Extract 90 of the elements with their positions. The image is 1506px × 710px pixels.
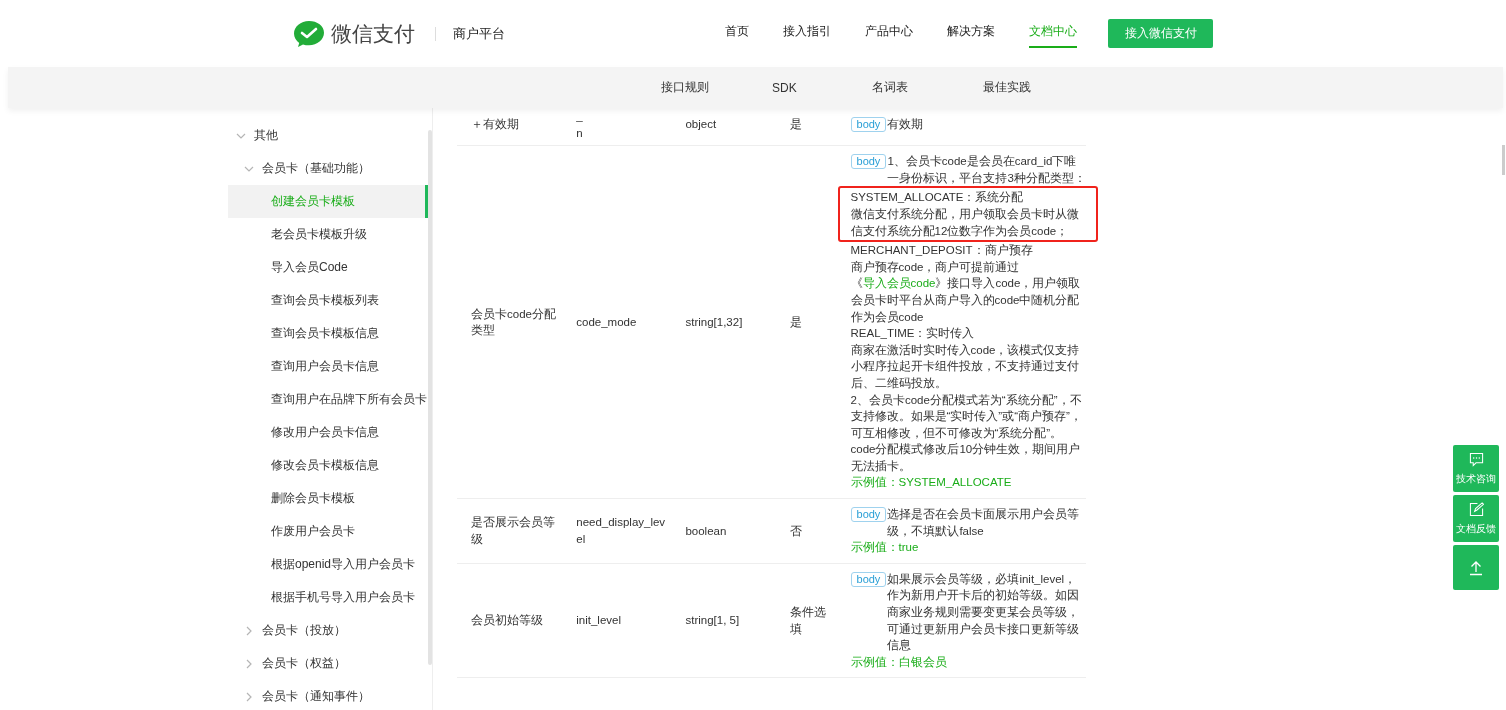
subnav-link[interactable]: 名词表 <box>872 79 983 96</box>
item-label: 老会员卡模板升级 <box>271 226 367 243</box>
item-label: 修改用户会员卡信息 <box>271 424 379 441</box>
item-label: 删除会员卡模板 <box>271 490 355 507</box>
description-text: SYSTEM_ALLOCATE：系统分配 <box>850 190 1025 206</box>
sidebar-item[interactable]: 会员卡（投放） <box>228 614 428 647</box>
subnav-link[interactable]: 最佳实践 <box>983 79 1094 96</box>
item-label: 修改会员卡模板信息 <box>271 457 379 474</box>
chevron-icon <box>244 691 254 702</box>
body-tag: body <box>850 154 887 170</box>
description-text: 如果展示会员等级，必填init_level，作为新用户开卡后的初始等级。如因商家业务规则需要变更某会员等级，可通过更新用户会员卡接口更新等级信息 <box>887 571 1081 654</box>
item-label: 会员卡（投放） <box>262 622 346 639</box>
sidebar-item[interactable]: 查询会员卡模板信息 <box>228 317 428 350</box>
description-text: REAL_TIME：实时传入 <box>850 326 976 342</box>
sidebar-item[interactable]: 会员卡（基础功能） <box>228 152 428 185</box>
table-cell-text: 是 <box>790 314 804 330</box>
nav-link[interactable]: 首页 <box>725 19 749 48</box>
table-cell-text: string[1,32] <box>685 314 744 330</box>
description-text: 有效期 <box>887 117 925 133</box>
description-text: 选择是否在会员卡面展示用户会员等级，不填默认false <box>887 507 1081 539</box>
item-label: 其他 <box>254 127 278 144</box>
table-cell-text: 会员卡code分配类型 <box>470 306 557 339</box>
field-name: _ <box>576 109 584 124</box>
sidebar-item[interactable]: 作废用户会员卡 <box>228 515 428 548</box>
table-cell-text: boolean <box>685 523 728 539</box>
chevron-icon <box>244 625 254 636</box>
chevron-icon <box>244 658 254 669</box>
chat-icon <box>1468 451 1484 467</box>
sidebar-item[interactable]: 修改用户会员卡信息 <box>228 416 428 449</box>
sidebar-item[interactable]: 导入会员Code <box>228 251 428 284</box>
sidebar-item[interactable]: 其他 <box>228 119 428 152</box>
description-text: 微信支付系统分配，用户领取会员卡时从微信支付系统分配12位数字作为会员code； <box>850 206 1080 239</box>
table-cell-text: 条件选填 <box>790 605 828 637</box>
field-name: init_level <box>576 613 622 629</box>
sidebar-item[interactable]: 查询用户会员卡信息 <box>228 350 428 383</box>
brand-name: 微信支付 <box>331 20 415 47</box>
item-label: 作废用户会员卡 <box>271 523 355 540</box>
back-to-top-button[interactable] <box>1453 545 1499 590</box>
description-text: 商户预存code，商户可提前通过《导入会员code》接口导入code，用户领取会员卡时平台从商户导入的code中随机分配作为会员code <box>850 259 1082 325</box>
description-text: MERCHANT_DEPOSIT：商户预存 <box>850 243 1034 259</box>
subnav-link[interactable]: 接口规则 <box>661 79 772 96</box>
table-cell-text: 会员初始等级 <box>470 613 544 629</box>
item-label: 会员卡（基础功能） <box>262 160 370 177</box>
logo-icon <box>293 19 325 48</box>
table-cell-text: 是否展示会员等级 <box>470 515 556 547</box>
body-tag: body <box>850 571 887 587</box>
table-cell-text: 是 <box>790 117 804 133</box>
field-name: n <box>576 125 584 141</box>
field-name: code_mode <box>576 314 638 330</box>
item-label: 查询会员卡模板信息 <box>271 325 379 342</box>
table-cell-text: ＋有效期 <box>470 117 520 133</box>
item-label: 会员卡（权益） <box>262 655 346 672</box>
platform-name: 商户平台 <box>453 24 505 43</box>
table-cell-text: object <box>685 117 718 133</box>
body-tag: body <box>850 507 887 523</box>
sidebar-item[interactable]: 根据openid导入用户会员卡 <box>228 548 428 581</box>
item-label: 根据手机号导入用户会员卡 <box>271 589 415 606</box>
item-label: 会员卡（通知事件） <box>262 688 370 705</box>
item-label: 创建会员卡模板 <box>271 193 355 210</box>
upload-icon <box>1468 559 1484 576</box>
nav-link[interactable]: 解决方案 <box>947 19 995 48</box>
sidebar-item[interactable]: 根据手机号导入用户会员卡 <box>228 581 428 614</box>
nav-link[interactable]: 产品中心 <box>865 19 913 48</box>
example-value: 示例值：SYSTEM_ALLOCATE <box>850 475 1013 491</box>
body-tag: body <box>850 117 887 133</box>
item-label: 查询用户会员卡信息 <box>271 358 379 375</box>
nav-link[interactable]: 接入指引 <box>783 19 831 48</box>
item-label: 根据openid导入用户会员卡 <box>271 556 416 573</box>
sidebar-item[interactable]: 会员卡（权益） <box>228 647 428 680</box>
sidebar-item[interactable]: 会员卡（通知事件） <box>228 680 428 710</box>
description-text: 商家在激活时实时传入code，该模式仅支持小程序拉起开卡组件投放，不支持通过支付后、二维码投放。 <box>850 342 1081 391</box>
table-cell-text: string[1, 5] <box>685 613 741 629</box>
table-cell-text: 否 <box>790 523 804 539</box>
item-label: 查询会员卡模板列表 <box>271 292 379 309</box>
example-value: 示例值：白银会员 <box>850 654 948 670</box>
edit-icon <box>1468 501 1484 517</box>
field-name: need_display_level <box>576 515 667 547</box>
sidebar-item[interactable]: 查询会员卡模板列表 <box>228 284 428 317</box>
page-scrollbar-thumb[interactable] <box>1502 145 1505 175</box>
example-value: 示例值：true <box>850 540 920 556</box>
sidebar-item[interactable]: 查询用户在品牌下所有会员卡 <box>228 383 428 416</box>
sidebar-item[interactable]: 删除会员卡模板 <box>228 482 428 515</box>
description-text: code分配模式修改后10分钟生效，期间用户无法插卡。 <box>850 442 1082 474</box>
subnav-link[interactable]: SDK <box>772 80 872 95</box>
description-text: 1、会员卡code是会员在card_id下唯一身份标识，平台支持3种分配类型： <box>887 154 1086 186</box>
description-text: 2、会员卡code分配模式若为“系统分配”，不支持修改。如果是“实时传入”或“商户预存”，可互相修改，但不可修改为“系统分配”。 <box>850 392 1083 441</box>
item-label: 导入会员Code <box>271 259 348 276</box>
sidebar-item[interactable]: 老会员卡模板升级 <box>228 218 428 251</box>
item-label: 查询用户在品牌下所有会员卡 <box>271 391 427 408</box>
sidebar-item[interactable]: 修改会员卡模板信息 <box>228 449 428 482</box>
